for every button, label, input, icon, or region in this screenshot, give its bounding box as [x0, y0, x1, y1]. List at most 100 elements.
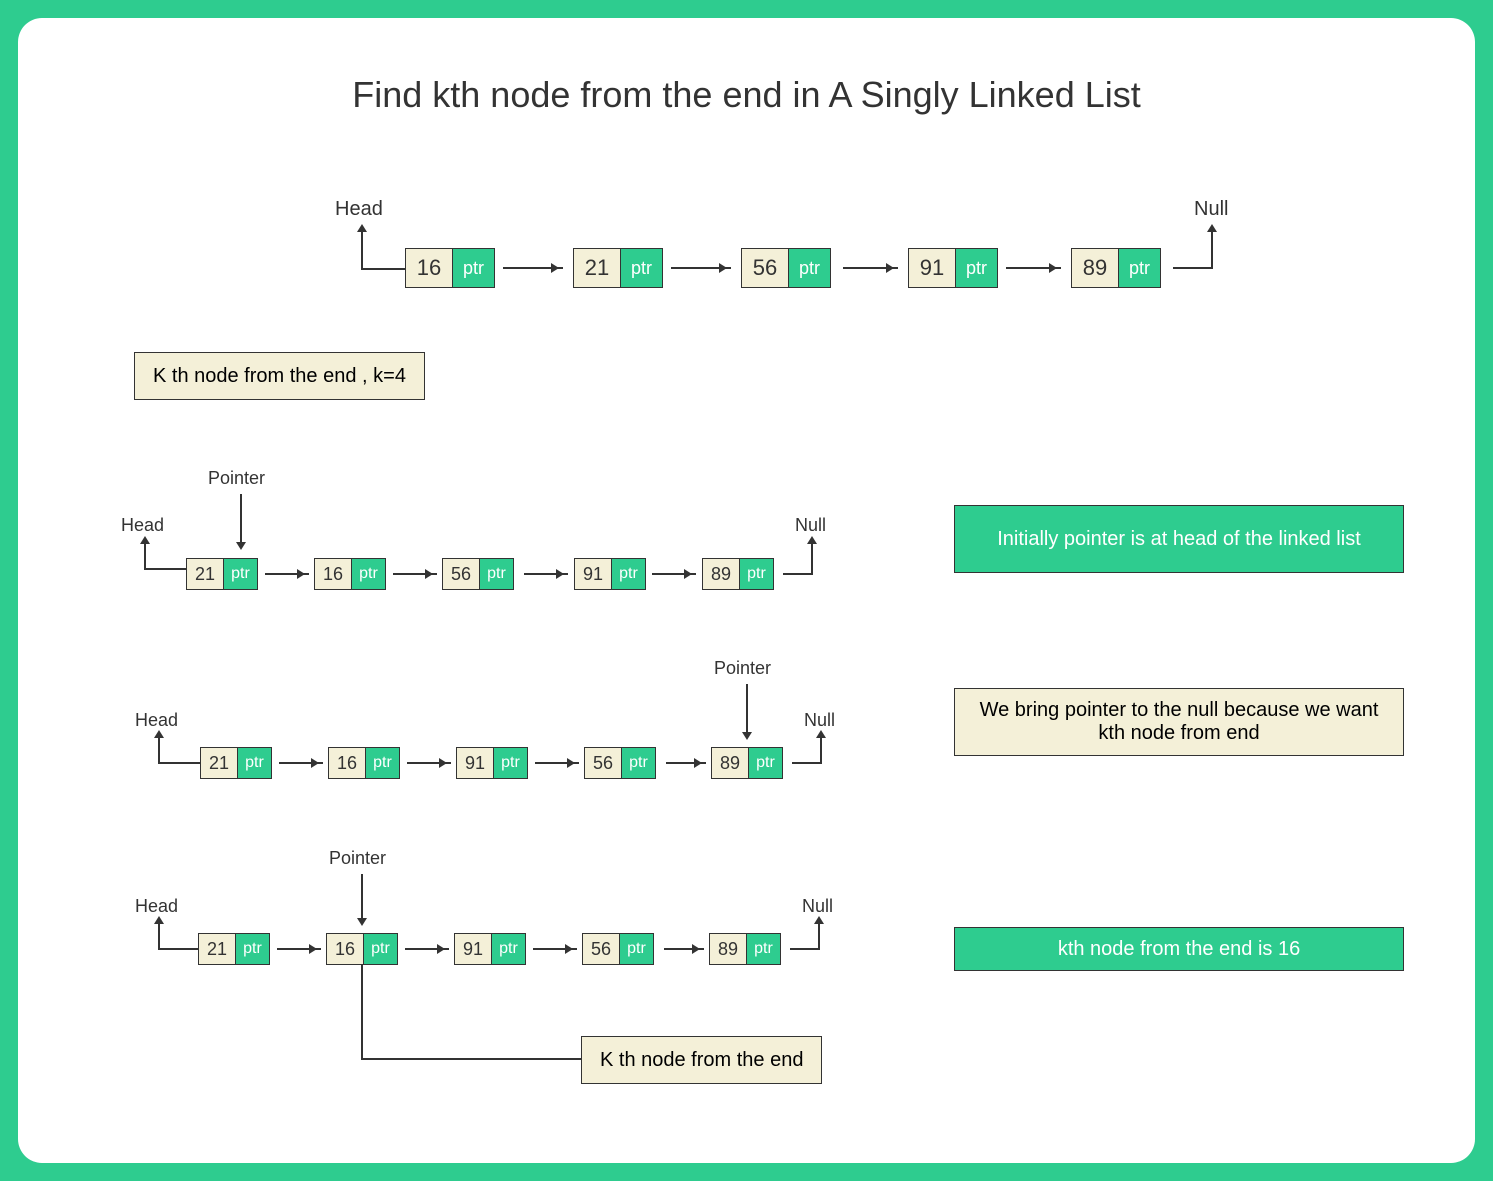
node-ptr: ptr	[479, 559, 513, 589]
node-value: 21	[201, 748, 237, 778]
arrow-up-icon	[1211, 228, 1213, 269]
arrow-right-icon	[671, 267, 731, 269]
arrow-right-icon	[1006, 267, 1061, 269]
list-node: 91 ptr	[908, 248, 998, 288]
node-value: 16	[329, 748, 365, 778]
arrow-right-icon	[265, 573, 309, 575]
node-ptr: ptr	[452, 249, 494, 287]
list-node: 91 ptr	[456, 747, 528, 779]
k-box: K th node from the end , k=4	[134, 352, 425, 400]
node-value: 91	[457, 748, 493, 778]
node-ptr: ptr	[351, 559, 385, 589]
node-value: 21	[187, 559, 223, 589]
arrow-right-icon	[666, 762, 706, 764]
arrow-down-icon	[746, 684, 748, 736]
list-node: 16 ptr	[405, 248, 495, 288]
arrow-right-icon	[843, 267, 898, 269]
list-node: 56 ptr	[442, 558, 514, 590]
arrow-right-icon	[533, 948, 577, 950]
step3-text: kth node from the end is 16	[1058, 938, 1300, 961]
line-icon	[792, 762, 822, 764]
step1-text: Initially pointer is at head of the link…	[997, 528, 1361, 551]
head-label: Head	[335, 198, 383, 221]
node-value: 89	[1072, 249, 1118, 287]
arrow-up-icon	[158, 734, 160, 762]
node-value: 56	[583, 934, 619, 964]
arrow-down-icon	[361, 874, 363, 922]
null-label: Null	[1194, 198, 1228, 221]
node-ptr: ptr	[746, 934, 780, 964]
arrow-right-icon	[524, 573, 568, 575]
arrow-up-icon	[144, 540, 146, 568]
arrow-right-icon	[535, 762, 579, 764]
null-label: Null	[804, 710, 835, 731]
list-node: 21 ptr	[200, 747, 272, 779]
line-icon	[783, 573, 813, 575]
arrow-up-icon	[820, 734, 822, 764]
line-icon	[361, 965, 363, 1058]
node-ptr: ptr	[1118, 249, 1160, 287]
node-value: 56	[443, 559, 479, 589]
arrow-up-icon	[361, 228, 363, 268]
list-node: 21 ptr	[186, 558, 258, 590]
node-value: 89	[703, 559, 739, 589]
node-ptr: ptr	[365, 748, 399, 778]
list-node: 56 ptr	[584, 747, 656, 779]
list-node: 16 ptr	[326, 933, 398, 965]
node-ptr: ptr	[788, 249, 830, 287]
step1-box: Initially pointer is at head of the link…	[954, 505, 1404, 573]
line-icon	[361, 1058, 581, 1060]
node-ptr: ptr	[620, 249, 662, 287]
list-node: 89 ptr	[709, 933, 781, 965]
node-ptr: ptr	[748, 748, 782, 778]
arrow-right-icon	[405, 948, 449, 950]
arrow-right-icon	[393, 573, 437, 575]
list-node: 16 ptr	[328, 747, 400, 779]
arrow-up-icon	[158, 920, 160, 948]
line-icon	[790, 948, 820, 950]
step3-box: kth node from the end is 16	[954, 927, 1404, 971]
arrow-right-icon	[664, 948, 704, 950]
node-value: 21	[199, 934, 235, 964]
arrow-right-icon	[407, 762, 451, 764]
node-ptr: ptr	[223, 559, 257, 589]
node-value: 16	[327, 934, 363, 964]
result-box: K th node from the end	[581, 1036, 822, 1084]
list-node: 21 ptr	[198, 933, 270, 965]
node-value: 91	[909, 249, 955, 287]
node-ptr: ptr	[235, 934, 269, 964]
node-value: 91	[455, 934, 491, 964]
node-ptr: ptr	[237, 748, 271, 778]
list-node: 16 ptr	[314, 558, 386, 590]
node-value: 56	[585, 748, 621, 778]
list-node: 91 ptr	[574, 558, 646, 590]
node-ptr: ptr	[739, 559, 773, 589]
node-value: 89	[710, 934, 746, 964]
node-ptr: ptr	[619, 934, 653, 964]
node-value: 16	[406, 249, 452, 287]
step2-box: We bring pointer to the null because we …	[954, 688, 1404, 756]
node-ptr: ptr	[491, 934, 525, 964]
line-icon	[144, 568, 186, 570]
null-label: Null	[795, 515, 826, 536]
node-ptr: ptr	[493, 748, 527, 778]
arrow-right-icon	[277, 948, 321, 950]
arrow-down-icon	[240, 494, 242, 546]
diagram-title: Find kth node from the end in A Singly L…	[18, 74, 1475, 116]
list-node: 91 ptr	[454, 933, 526, 965]
result-text: K th node from the end	[600, 1049, 803, 1072]
node-value: 21	[574, 249, 620, 287]
pointer-label: Pointer	[714, 658, 771, 679]
line-icon	[158, 762, 200, 764]
step2-text: We bring pointer to the null because we …	[973, 699, 1385, 745]
list-node: 21 ptr	[573, 248, 663, 288]
arrow-right-icon	[652, 573, 696, 575]
arrow-right-icon	[279, 762, 323, 764]
arrow-up-icon	[818, 920, 820, 950]
pointer-label: Pointer	[208, 468, 265, 489]
line-icon	[361, 268, 405, 270]
node-ptr: ptr	[363, 934, 397, 964]
diagram-canvas: Find kth node from the end in A Singly L…	[18, 18, 1475, 1163]
list-node: 89 ptr	[711, 747, 783, 779]
list-node: 89 ptr	[1071, 248, 1161, 288]
